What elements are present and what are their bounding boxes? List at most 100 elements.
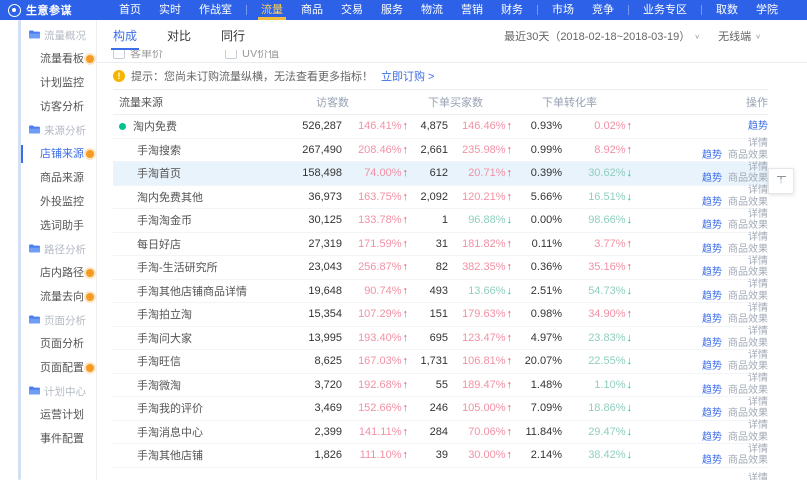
goods-effect-link[interactable]: 商品效果 <box>728 197 768 209</box>
sidebar-item-external-monitor[interactable]: 外投监控 <box>21 190 96 214</box>
sidebar-item-event-config[interactable]: 事件配置 <box>21 427 96 451</box>
trend-link[interactable]: 趋势 <box>702 408 722 420</box>
notification-dot <box>86 293 94 301</box>
table-body: 淘内免费526,287146.41%↑4,875146.46%↑0.93%0.0… <box>113 115 768 480</box>
detail-link[interactable]: 详情 <box>748 279 768 291</box>
tab-composition[interactable]: 构成 <box>113 27 137 50</box>
detail-link[interactable]: 详情 <box>748 350 768 362</box>
sidebar-item-page-analysis[interactable]: 页面分析 <box>21 332 96 356</box>
goods-effect-link[interactable]: 商品效果 <box>728 408 768 420</box>
column-header-2: 下单买家数 <box>408 94 512 110</box>
trend-link[interactable]: 趋势 <box>748 121 768 133</box>
sidebar-item-store-source[interactable]: 店铺来源 <box>21 142 96 166</box>
detail-link[interactable]: 详情 <box>748 185 768 197</box>
nav-item-trade[interactable]: 交易 <box>332 0 372 20</box>
sidebar-section-traffic-overview[interactable]: 流量概况 <box>21 24 96 47</box>
nav-item-finance[interactable]: 财务 <box>492 0 532 20</box>
nav-item-competition[interactable]: 竞争 <box>583 0 623 20</box>
goods-effect-link[interactable]: 商品效果 <box>728 314 768 326</box>
checkbox-uv-value[interactable]: UV价值 <box>225 50 279 61</box>
source-name-cell: 手淘其他店铺商品详情 <box>113 283 280 299</box>
detail-link[interactable]: 详情 <box>748 209 768 221</box>
goods-effect-link[interactable]: 商品效果 <box>728 291 768 303</box>
goods-effect-link[interactable]: 商品效果 <box>728 267 768 279</box>
sidebar-item-operation-plan[interactable]: 运营计划 <box>21 403 96 427</box>
sidebar-item-traffic-destination[interactable]: 流量去向 <box>21 285 96 309</box>
trend-link[interactable]: 趋势 <box>702 173 722 185</box>
trend-link[interactable]: 趋势 <box>702 267 722 279</box>
detail-link[interactable]: 详情 <box>748 373 768 385</box>
sidebar-item-plan-monitor[interactable]: 计划监控 <box>21 71 96 95</box>
nav-item-home[interactable]: 首页 <box>110 0 150 20</box>
sidebar-section-path-analysis[interactable]: 路径分析 <box>21 238 96 261</box>
tab-compare[interactable]: 对比 <box>167 27 191 50</box>
checkbox-price-per-customer[interactable]: 客单价 <box>113 50 163 61</box>
delta-value: 106.81% <box>462 355 505 367</box>
sidebar-item-traffic-board[interactable]: 流量看板 <box>21 47 96 71</box>
delta-value: 8.92% <box>594 144 625 156</box>
detail-link[interactable]: 详情 <box>748 326 768 338</box>
goods-effect-link[interactable]: 商品效果 <box>728 173 768 185</box>
nav-item-war-room[interactable]: 作战室 <box>190 0 241 20</box>
app-logo[interactable]: 生意参谋 <box>8 2 100 18</box>
sidebar-section-plan-center[interactable]: 计划中心 <box>21 380 96 403</box>
device-select[interactable]: 无线端 ∨ <box>718 28 761 44</box>
nav-item-market[interactable]: 市场 <box>543 0 583 20</box>
goods-effect-link[interactable]: 商品效果 <box>728 244 768 256</box>
sidebar-item-page-config[interactable]: 页面配置 <box>21 356 96 380</box>
sidebar-section-source-analysis[interactable]: 来源分析 <box>21 119 96 142</box>
goods-effect-link[interactable]: 商品效果 <box>728 385 768 397</box>
trend-link[interactable]: 趋势 <box>702 432 722 444</box>
detail-link[interactable]: 详情 <box>748 162 768 174</box>
nav-item-realtime[interactable]: 实时 <box>150 0 190 20</box>
trend-link[interactable]: 趋势 <box>702 338 722 350</box>
nav-item-academy[interactable]: 学院 <box>747 0 787 20</box>
sidebar-item-instore-path[interactable]: 店内路径 <box>21 261 96 285</box>
trend-link[interactable]: 趋势 <box>702 314 722 326</box>
metric-value: 158,498 <box>302 167 342 179</box>
nav-item-data-extract[interactable]: 取数 <box>707 0 747 20</box>
sidebar-section-page-analysis-group[interactable]: 页面分析 <box>21 309 96 332</box>
detail-link[interactable]: 详情 <box>748 256 768 268</box>
nav-item-logistics[interactable]: 物流 <box>412 0 452 20</box>
metric-delta: 152.66%↑ <box>342 402 408 414</box>
nav-item-goods[interactable]: 商品 <box>292 0 332 20</box>
sidebar-item-visitor-analysis[interactable]: 访客分析 <box>21 95 96 119</box>
nav-item-business-zone[interactable]: 业务专区 <box>634 0 696 20</box>
goods-effect-link[interactable]: 商品效果 <box>728 361 768 373</box>
trend-link[interactable]: 趋势 <box>702 455 722 467</box>
subscribe-link[interactable]: 立即订购 > <box>381 68 434 84</box>
back-to-top-button[interactable]: ↑ <box>768 168 794 194</box>
trend-link[interactable]: 趋势 <box>702 291 722 303</box>
detail-link[interactable]: 详情 <box>748 397 768 409</box>
detail-link[interactable]: 详情 <box>748 444 768 456</box>
trend-link[interactable]: 趋势 <box>702 220 722 232</box>
detail-link[interactable]: 详情 <box>748 473 768 480</box>
goods-effect-link[interactable]: 商品效果 <box>728 150 768 162</box>
nav-item-traffic[interactable]: 流量 <box>252 0 292 20</box>
tab-peers[interactable]: 同行 <box>221 27 245 50</box>
notice-text: 提示：您尚未订购流量纵横，无法查看更多指标！ <box>131 68 373 84</box>
detail-link[interactable]: 详情 <box>748 420 768 432</box>
sidebar-item-word-helper[interactable]: 选词助手 <box>21 214 96 238</box>
metric-value: 4.97% <box>531 332 562 344</box>
date-range-picker[interactable]: 最近30天（2018-02-18~2018-03-19） ∨ <box>504 28 700 44</box>
nav-item-marketing[interactable]: 营销 <box>452 0 492 20</box>
detail-link[interactable]: 详情 <box>748 232 768 244</box>
goods-effect-link[interactable]: 商品效果 <box>728 455 768 467</box>
detail-link[interactable]: 详情 <box>748 303 768 315</box>
trend-link[interactable]: 趋势 <box>702 197 722 209</box>
goods-effect-link[interactable]: 商品效果 <box>728 220 768 232</box>
goods-effect-link[interactable]: 商品效果 <box>728 338 768 350</box>
sidebar-item-goods-source[interactable]: 商品来源 <box>21 166 96 190</box>
metric-cell: 3930.00%↑ <box>408 449 512 461</box>
trend-link[interactable]: 趋势 <box>702 244 722 256</box>
trend-link[interactable]: 趋势 <box>702 361 722 373</box>
detail-link[interactable]: 详情 <box>748 138 768 150</box>
trend-link[interactable]: 趋势 <box>702 385 722 397</box>
goods-effect-link[interactable]: 商品效果 <box>728 432 768 444</box>
metric-value: 11.84% <box>526 426 563 438</box>
table-row: 手淘-生活研究所23,043256.87%↑82382.35%↑0.36%35.… <box>113 256 768 280</box>
nav-item-service[interactable]: 服务 <box>372 0 412 20</box>
trend-link[interactable]: 趋势 <box>702 150 722 162</box>
